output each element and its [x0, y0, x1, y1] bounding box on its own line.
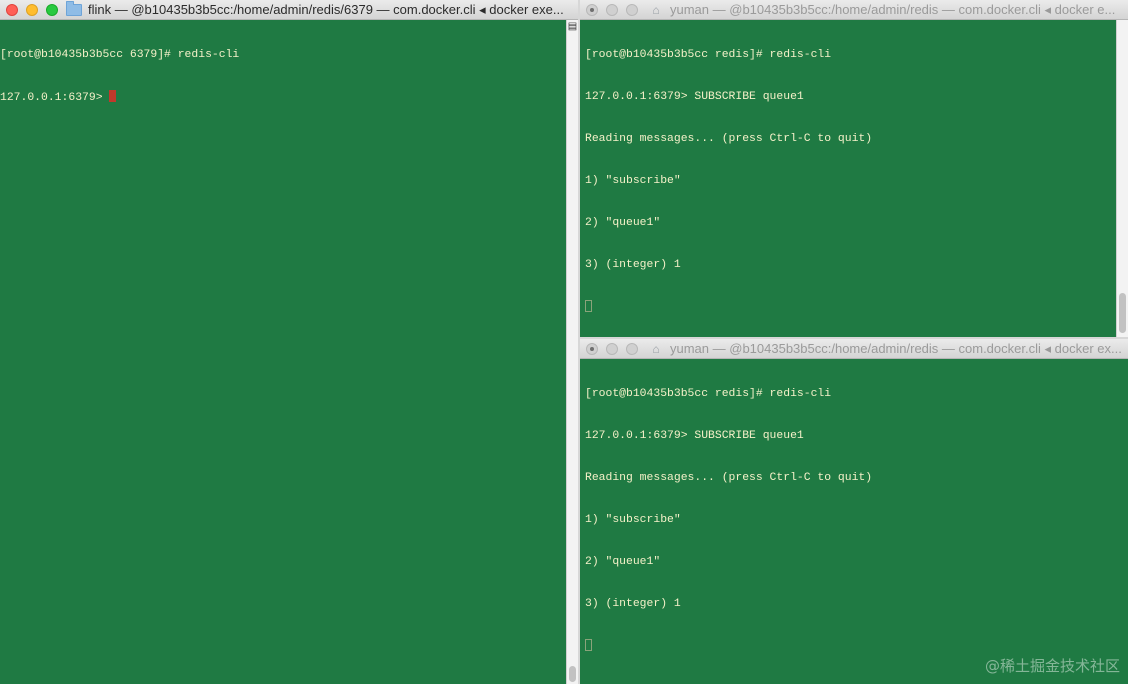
- terminal-line: [585, 639, 1116, 653]
- terminal-line: 2) "queue1": [585, 556, 661, 568]
- terminal-line: 1) "subscribe": [585, 175, 681, 187]
- window-title: yuman — @b10435b3b5cc:/home/admin/redis …: [670, 1, 1116, 17]
- close-button[interactable]: [586, 3, 598, 16]
- scrollbar-thumb[interactable]: [569, 666, 576, 682]
- window-title: yuman — @b10435b3b5cc:/home/admin/redis …: [670, 340, 1122, 356]
- zoom-button[interactable]: [626, 3, 638, 16]
- folder-icon: [66, 0, 82, 16]
- terminal-output[interactable]: [root@b10435b3b5cc redis]# redis-cli 127…: [580, 359, 1116, 684]
- terminal-window-flink[interactable]: flink — @b10435b3b5cc:/home/admin/redis/…: [0, 0, 578, 684]
- minimize-button[interactable]: [606, 342, 618, 355]
- scrollbar[interactable]: [1116, 359, 1128, 684]
- title-bar[interactable]: ⌂ yuman — @b10435b3b5cc:/home/admin/redi…: [580, 0, 1128, 20]
- terminal-line: Reading messages... (press Ctrl-C to qui…: [585, 472, 873, 484]
- terminal-cursor: [109, 90, 117, 102]
- window-title: flink — @b10435b3b5cc:/home/admin/redis/…: [88, 1, 564, 17]
- prompt-text: 127.0.0.1:6379>: [0, 92, 110, 104]
- terminal-line: 127.0.0.1:6379> SUBSCRIBE queue1: [585, 91, 804, 103]
- split-pane-icon[interactable]: ▤: [567, 20, 578, 34]
- terminal-window-yuman-top[interactable]: ⌂ yuman — @b10435b3b5cc:/home/admin/redi…: [580, 0, 1128, 337]
- terminal-line: [585, 300, 1116, 314]
- terminal-line: [root@b10435b3b5cc redis]# redis-cli: [585, 49, 832, 61]
- watermark: @稀土掘金技术社区: [984, 657, 1120, 675]
- close-button[interactable]: [586, 342, 598, 355]
- terminal-line: 3) (integer) 1: [585, 598, 681, 610]
- title-bar[interactable]: flink — @b10435b3b5cc:/home/admin/redis/…: [0, 0, 578, 20]
- terminal-line: [root@b10435b3b5cc 6379]# redis-cli: [0, 49, 240, 61]
- home-icon: ⌂: [652, 341, 660, 356]
- home-icon: ⌂: [652, 2, 660, 17]
- terminal-line: 1) "subscribe": [585, 514, 681, 526]
- scrollbar[interactable]: ▤: [566, 20, 578, 684]
- minimize-button[interactable]: [606, 3, 618, 16]
- terminal-window-yuman-bottom[interactable]: ⌂ yuman — @b10435b3b5cc:/home/admin/redi…: [580, 339, 1128, 684]
- terminal-cursor: [585, 639, 592, 651]
- terminal-line: [root@b10435b3b5cc redis]# redis-cli: [585, 388, 832, 400]
- terminal-line: 2) "queue1": [585, 217, 661, 229]
- zoom-button[interactable]: [626, 342, 638, 355]
- terminal-output[interactable]: [root@b10435b3b5cc redis]# redis-cli 127…: [580, 20, 1116, 337]
- terminal-cursor: [585, 300, 592, 312]
- terminal-line: 127.0.0.1:6379> SUBSCRIBE queue1: [585, 430, 804, 442]
- zoom-button[interactable]: [46, 3, 58, 16]
- title-bar[interactable]: ⌂ yuman — @b10435b3b5cc:/home/admin/redi…: [580, 339, 1128, 359]
- terminal-line: 3) (integer) 1: [585, 259, 681, 271]
- scrollbar-thumb[interactable]: [1119, 293, 1126, 333]
- close-button[interactable]: [6, 3, 18, 16]
- terminal-line: 127.0.0.1:6379>: [0, 90, 566, 104]
- terminal-line: Reading messages... (press Ctrl-C to qui…: [585, 133, 873, 145]
- terminal-output[interactable]: [root@b10435b3b5cc 6379]# redis-cli 127.…: [0, 20, 566, 684]
- scrollbar[interactable]: [1116, 20, 1128, 337]
- minimize-button[interactable]: [26, 3, 38, 16]
